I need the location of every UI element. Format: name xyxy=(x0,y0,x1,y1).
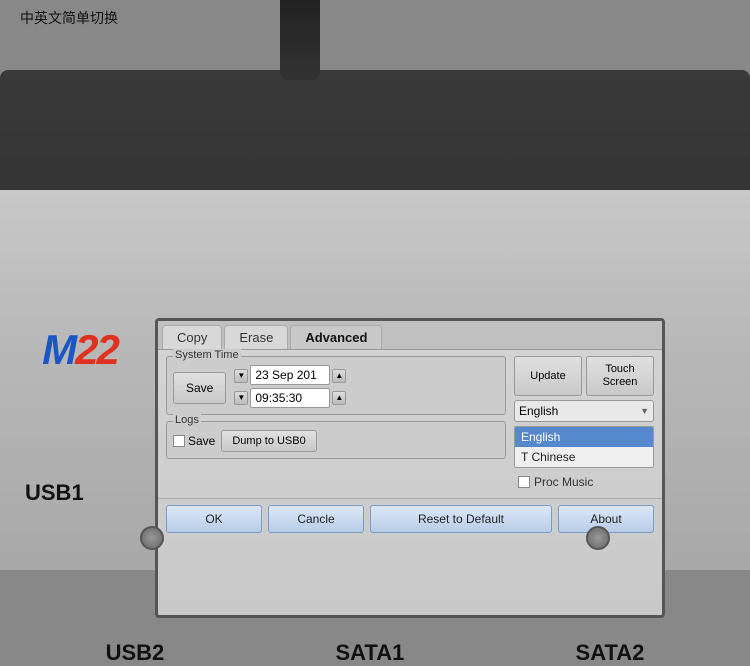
date-field-row: ▼ 23 Sep 201 ▲ xyxy=(234,365,346,386)
time-down-arrow[interactable]: ▼ xyxy=(234,391,248,405)
sata2-label: SATA2 xyxy=(576,640,645,666)
screen: Copy Erase Advanced System Time Save xyxy=(155,318,665,618)
logo-22: 22 xyxy=(75,326,118,374)
logs-row: Save Dump to USB0 xyxy=(173,430,499,452)
language-option-english[interactable]: English xyxy=(515,427,653,447)
device-body: M 22 USB1 Copy Erase Advanced System Tim… xyxy=(0,70,750,570)
date-down-arrow[interactable]: ▼ xyxy=(234,369,248,383)
tab-advanced[interactable]: Advanced xyxy=(290,325,382,349)
cable xyxy=(280,0,320,80)
language-dropdown[interactable]: English ▼ xyxy=(514,400,654,422)
annotation-text: 中英文简单切换 xyxy=(20,8,118,28)
silver-panel: M 22 USB1 Copy Erase Advanced System Tim… xyxy=(0,190,750,570)
language-selected-value: English xyxy=(519,404,558,418)
right-top-buttons: Update TouchScreen xyxy=(514,356,654,396)
screw-right xyxy=(586,526,610,550)
logs-label: Logs xyxy=(173,414,201,426)
touch-screen-button[interactable]: TouchScreen xyxy=(586,356,654,396)
system-time-group: System Time Save ▼ 23 Sep 201 ▲ ▼ xyxy=(166,356,506,415)
time-display: 09:35:30 xyxy=(250,388,330,408)
time-field-row: ▼ 09:35:30 ▲ xyxy=(234,388,346,408)
cancel-button[interactable]: Cancle xyxy=(268,505,364,533)
logs-save-checkbox[interactable] xyxy=(173,435,185,447)
time-row: Save ▼ 23 Sep 201 ▲ ▼ 09:35:30 xyxy=(173,365,499,408)
time-up-arrow[interactable]: ▲ xyxy=(332,391,346,405)
screw-left xyxy=(140,526,164,550)
right-column: Update TouchScreen English ▼ English T C… xyxy=(514,356,654,492)
date-up-arrow[interactable]: ▲ xyxy=(332,369,346,383)
language-option-tchinese[interactable]: T Chinese xyxy=(515,447,653,467)
screen-content: System Time Save ▼ 23 Sep 201 ▲ ▼ xyxy=(158,350,662,498)
dropdown-arrow-icon: ▼ xyxy=(640,406,649,416)
bottom-labels: USB2 SATA1 SATA2 xyxy=(0,640,750,666)
language-dropdown-list: English T Chinese xyxy=(514,426,654,468)
date-display: 23 Sep 201 xyxy=(250,365,330,385)
tab-copy[interactable]: Copy xyxy=(162,325,222,349)
usb2-label: USB2 xyxy=(106,640,165,666)
proc-music-label: Proc Music xyxy=(534,475,593,489)
sata1-label: SATA1 xyxy=(335,640,404,666)
logs-group: Logs Save Dump to USB0 xyxy=(166,421,506,459)
tab-erase[interactable]: Erase xyxy=(224,325,288,349)
logo-m: M xyxy=(42,326,75,374)
logo-area: M 22 xyxy=(20,320,140,380)
time-controls: ▼ 23 Sep 201 ▲ ▼ 09:35:30 ▲ xyxy=(234,365,346,408)
proc-music-row: Proc Music xyxy=(514,472,654,492)
update-button[interactable]: Update xyxy=(514,356,582,396)
system-time-label: System Time xyxy=(173,349,241,361)
reset-button[interactable]: Reset to Default xyxy=(370,505,552,533)
ok-button[interactable]: OK xyxy=(166,505,262,533)
logs-save-checkbox-wrapper: Save xyxy=(173,434,215,448)
logs-save-label: Save xyxy=(188,434,215,448)
usb1-label: USB1 xyxy=(25,480,84,506)
dump-button[interactable]: Dump to USB0 xyxy=(221,430,316,452)
tab-bar: Copy Erase Advanced xyxy=(158,321,662,350)
left-column: System Time Save ▼ 23 Sep 201 ▲ ▼ xyxy=(166,356,506,492)
save-time-button[interactable]: Save xyxy=(173,372,226,404)
proc-music-checkbox[interactable] xyxy=(518,476,530,488)
